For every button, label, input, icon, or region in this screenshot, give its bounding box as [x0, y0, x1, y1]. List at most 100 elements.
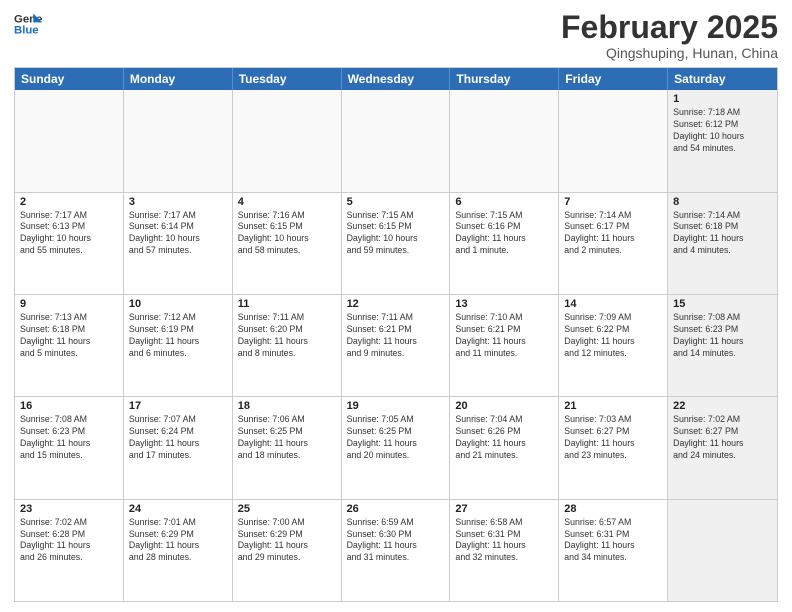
weekday-header-tuesday: Tuesday [233, 68, 342, 90]
day-number: 2 [20, 196, 118, 208]
day-number: 3 [129, 196, 227, 208]
day-info: Sunrise: 7:15 AM Sunset: 6:16 PM Dayligh… [455, 210, 553, 258]
calendar-cell: 3 Sunrise: 7:17 AM Sunset: 6:14 PM Daylig… [124, 193, 233, 294]
day-number: 6 [455, 196, 553, 208]
day-number: 8 [673, 196, 772, 208]
calendar-cell: 27 Sunrise: 6:58 AM Sunset: 6:31 PM Dayli… [450, 500, 559, 601]
day-number: 21 [564, 400, 662, 412]
svg-text:Blue: Blue [14, 25, 39, 37]
calendar-cell [450, 90, 559, 191]
calendar-cell: 12 Sunrise: 7:11 AM Sunset: 6:21 PM Dayli… [342, 295, 451, 396]
day-number: 10 [129, 298, 227, 310]
calendar-cell [15, 90, 124, 191]
day-info: Sunrise: 7:02 AM Sunset: 6:27 PM Dayligh… [673, 414, 772, 462]
header: General Blue February 2025 Qingshuping, … [14, 10, 778, 61]
calendar-cell: 21Sunrise: 7:03 AM Sunset: 6:27 PM Dayli… [559, 397, 668, 498]
calendar-cell: 7 Sunrise: 7:14 AM Sunset: 6:17 PM Daylig… [559, 193, 668, 294]
calendar-cell: 9 Sunrise: 7:13 AM Sunset: 6:18 PM Daylig… [15, 295, 124, 396]
day-info: Sunrise: 7:11 AM Sunset: 6:21 PM Dayligh… [347, 312, 445, 360]
day-info: Sunrise: 7:14 AM Sunset: 6:18 PM Dayligh… [673, 210, 772, 258]
day-number: 20 [455, 400, 553, 412]
day-info: Sunrise: 7:14 AM Sunset: 6:17 PM Dayligh… [564, 210, 662, 258]
day-info: Sunrise: 7:00 AM Sunset: 6:29 PM Dayligh… [238, 517, 336, 565]
day-info: Sunrise: 7:18 AM Sunset: 6:12 PM Dayligh… [673, 107, 772, 155]
calendar-row-3: 9 Sunrise: 7:13 AM Sunset: 6:18 PM Daylig… [15, 295, 777, 397]
calendar-cell: 23 Sunrise: 7:02 AM Sunset: 6:28 PM Dayli… [15, 500, 124, 601]
weekday-header-monday: Monday [124, 68, 233, 90]
day-number: 16 [20, 400, 118, 412]
day-info: Sunrise: 6:59 AM Sunset: 6:30 PM Dayligh… [347, 517, 445, 565]
weekday-header-thursday: Thursday [450, 68, 559, 90]
day-number: 19 [347, 400, 445, 412]
calendar-row-5: 23 Sunrise: 7:02 AM Sunset: 6:28 PM Dayli… [15, 500, 777, 601]
calendar-cell: 19 Sunrise: 7:05 AM Sunset: 6:25 PM Dayli… [342, 397, 451, 498]
day-info: Sunrise: 6:57 AM Sunset: 6:31 PM Dayligh… [564, 517, 662, 565]
day-info: Sunrise: 7:06 AM Sunset: 6:25 PM Dayligh… [238, 414, 336, 462]
day-info: Sunrise: 7:07 AM Sunset: 6:24 PM Dayligh… [129, 414, 227, 462]
day-info: Sunrise: 7:17 AM Sunset: 6:13 PM Dayligh… [20, 210, 118, 258]
calendar-cell: 2 Sunrise: 7:17 AM Sunset: 6:13 PM Daylig… [15, 193, 124, 294]
weekday-header-wednesday: Wednesday [342, 68, 451, 90]
day-number: 23 [20, 503, 118, 515]
calendar-cell [124, 90, 233, 191]
day-number: 4 [238, 196, 336, 208]
day-number: 11 [238, 298, 336, 310]
calendar-cell [233, 90, 342, 191]
calendar-cell: 1Sunrise: 7:18 AM Sunset: 6:12 PM Daylig… [668, 90, 777, 191]
weekday-header-friday: Friday [559, 68, 668, 90]
day-number: 9 [20, 298, 118, 310]
page: General Blue February 2025 Qingshuping, … [0, 0, 792, 612]
calendar-cell: 15Sunrise: 7:08 AM Sunset: 6:23 PM Dayli… [668, 295, 777, 396]
day-info: Sunrise: 7:11 AM Sunset: 6:20 PM Dayligh… [238, 312, 336, 360]
day-number: 13 [455, 298, 553, 310]
day-info: Sunrise: 7:16 AM Sunset: 6:15 PM Dayligh… [238, 210, 336, 258]
day-number: 27 [455, 503, 553, 515]
title-block: February 2025 Qingshuping, Hunan, China [561, 10, 778, 61]
day-info: Sunrise: 7:01 AM Sunset: 6:29 PM Dayligh… [129, 517, 227, 565]
calendar-cell: 22Sunrise: 7:02 AM Sunset: 6:27 PM Dayli… [668, 397, 777, 498]
day-number: 12 [347, 298, 445, 310]
calendar-cell: 5Sunrise: 7:15 AM Sunset: 6:15 PM Daylig… [342, 193, 451, 294]
day-info: Sunrise: 7:09 AM Sunset: 6:22 PM Dayligh… [564, 312, 662, 360]
day-info: Sunrise: 7:04 AM Sunset: 6:26 PM Dayligh… [455, 414, 553, 462]
day-number: 25 [238, 503, 336, 515]
calendar-cell [559, 90, 668, 191]
calendar: SundayMondayTuesdayWednesdayThursdayFrid… [14, 67, 778, 602]
calendar-cell: 25 Sunrise: 7:00 AM Sunset: 6:29 PM Dayli… [233, 500, 342, 601]
day-info: Sunrise: 7:08 AM Sunset: 6:23 PM Dayligh… [673, 312, 772, 360]
calendar-cell: 14 Sunrise: 7:09 AM Sunset: 6:22 PM Dayli… [559, 295, 668, 396]
calendar-row-1: 1Sunrise: 7:18 AM Sunset: 6:12 PM Daylig… [15, 90, 777, 192]
calendar-cell: 13 Sunrise: 7:10 AM Sunset: 6:21 PM Dayli… [450, 295, 559, 396]
calendar-cell: 18Sunrise: 7:06 AM Sunset: 6:25 PM Dayli… [233, 397, 342, 498]
calendar-cell: 20 Sunrise: 7:04 AM Sunset: 6:26 PM Dayli… [450, 397, 559, 498]
calendar-header: SundayMondayTuesdayWednesdayThursdayFrid… [15, 68, 777, 90]
day-number: 17 [129, 400, 227, 412]
day-number: 5 [347, 196, 445, 208]
calendar-cell: 10 Sunrise: 7:12 AM Sunset: 6:19 PM Dayli… [124, 295, 233, 396]
calendar-cell: 11 Sunrise: 7:11 AM Sunset: 6:20 PM Dayli… [233, 295, 342, 396]
calendar-cell: 17 Sunrise: 7:07 AM Sunset: 6:24 PM Dayli… [124, 397, 233, 498]
location: Qingshuping, Hunan, China [561, 45, 778, 61]
day-info: Sunrise: 7:05 AM Sunset: 6:25 PM Dayligh… [347, 414, 445, 462]
calendar-cell: 28 Sunrise: 6:57 AM Sunset: 6:31 PM Dayli… [559, 500, 668, 601]
weekday-header-sunday: Sunday [15, 68, 124, 90]
logo-icon: General Blue [14, 10, 42, 38]
logo: General Blue [14, 10, 42, 38]
day-number: 7 [564, 196, 662, 208]
day-info: Sunrise: 7:02 AM Sunset: 6:28 PM Dayligh… [20, 517, 118, 565]
day-number: 28 [564, 503, 662, 515]
day-number: 14 [564, 298, 662, 310]
day-info: Sunrise: 6:58 AM Sunset: 6:31 PM Dayligh… [455, 517, 553, 565]
calendar-row-2: 2 Sunrise: 7:17 AM Sunset: 6:13 PM Daylig… [15, 193, 777, 295]
day-info: Sunrise: 7:10 AM Sunset: 6:21 PM Dayligh… [455, 312, 553, 360]
calendar-cell: 4 Sunrise: 7:16 AM Sunset: 6:15 PM Daylig… [233, 193, 342, 294]
calendar-cell: 6 Sunrise: 7:15 AM Sunset: 6:16 PM Daylig… [450, 193, 559, 294]
day-info: Sunrise: 7:12 AM Sunset: 6:19 PM Dayligh… [129, 312, 227, 360]
day-number: 24 [129, 503, 227, 515]
day-info: Sunrise: 7:17 AM Sunset: 6:14 PM Dayligh… [129, 210, 227, 258]
calendar-cell: 24 Sunrise: 7:01 AM Sunset: 6:29 PM Dayli… [124, 500, 233, 601]
day-number: 26 [347, 503, 445, 515]
calendar-cell [342, 90, 451, 191]
calendar-body: 1Sunrise: 7:18 AM Sunset: 6:12 PM Daylig… [15, 90, 777, 601]
day-info: Sunrise: 7:13 AM Sunset: 6:18 PM Dayligh… [20, 312, 118, 360]
